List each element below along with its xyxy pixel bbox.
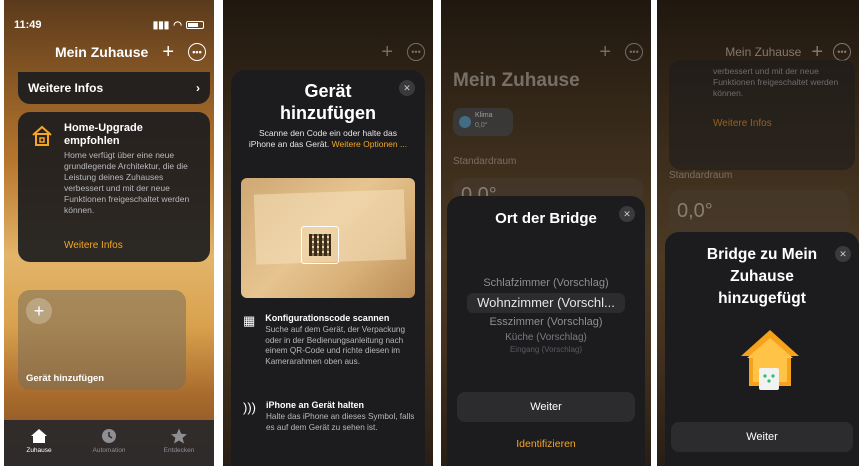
add-device-label: Gerät hinzufügen: [26, 373, 105, 384]
plus-icon: +: [381, 41, 393, 63]
sheet-title-line2: hinzufügen: [280, 103, 376, 123]
sheet-title: Bridge zu Mein Zuhause hinzugefügt: [706, 246, 818, 307]
star-icon: [171, 428, 187, 444]
sheet-subtitle: Scanne den Code ein oder halte das iPhon…: [245, 128, 411, 150]
scan-code-title: Konfigurationscode scannen: [265, 313, 390, 323]
tab-bar: Zuhause Automation Entdecken: [4, 420, 214, 466]
home-bridge-icon: [741, 330, 799, 390]
sheet-title-line1: Gerät: [304, 81, 352, 101]
status-icons: ▮▮▮ ◠: [153, 20, 204, 31]
sheet-title: Gerät hinzufügen: [231, 80, 425, 124]
room-picker[interactable]: Schlafzimmer (Vorschlag) Wohnzimmer (Vor…: [447, 276, 645, 355]
background-upgrade-card: verbessert und mit der neue Funktionen f…: [669, 60, 855, 170]
sheet-title: Ort der Bridge: [495, 210, 597, 227]
ellipsis-circle-icon: •••: [625, 43, 643, 61]
hold-iphone-text: Halte das iPhone an dieses Symbol, falls…: [266, 412, 415, 432]
add-device-tile[interactable]: + Gerät hinzufügen: [18, 290, 186, 390]
qr-code-icon: ▦: [243, 313, 256, 328]
fan-icon: [459, 116, 471, 128]
weitere-infos-label: Weitere Infos: [28, 81, 104, 95]
scan-frame: [301, 226, 339, 264]
wifi-icon: ◠: [173, 19, 182, 31]
home-icon: [32, 125, 52, 146]
camera-viewfinder: [241, 178, 415, 298]
upgrade-title: Home-Upgrade empfohlen: [64, 122, 143, 147]
picker-option-selected[interactable]: Wohnzimmer (Vorschl...: [467, 293, 625, 313]
home-screen-panel: 11:49 ▮▮▮ ◠ Mein Zuhause + ••• Weitere I…: [4, 0, 214, 466]
battery-icon: [186, 21, 204, 29]
bridge-added-sheet: ✕ Bridge zu Mein Zuhause hinzugefügt Wei…: [665, 232, 859, 466]
tab-zuhause[interactable]: Zuhause: [9, 428, 69, 454]
ellipsis-circle-icon: •••: [833, 43, 851, 61]
nav-bar-dimmed: Mein Zuhause + •••: [725, 42, 851, 62]
plus-icon: +: [811, 41, 823, 63]
nav-title: Mein Zuhause: [725, 45, 802, 59]
ellipsis-circle-icon[interactable]: •••: [188, 43, 206, 61]
tab-label: Automation: [92, 447, 126, 454]
hold-iphone-title: iPhone an Gerät halten: [266, 400, 365, 410]
hold-iphone-row: ))) iPhone an Gerät halten Halte das iPh…: [243, 400, 415, 433]
klima-value: 0,0°: [475, 122, 488, 129]
room-section-title: Standardraum: [669, 170, 733, 181]
tab-entdecken[interactable]: Entdecken: [149, 428, 209, 454]
plus-icon: +: [26, 298, 52, 324]
house-icon: [31, 429, 47, 443]
upgrade-link[interactable]: Weitere Infos: [64, 240, 123, 251]
status-time: 11:49: [14, 19, 42, 31]
tab-label: Zuhause: [26, 447, 52, 454]
temperature-value: 0,0°: [677, 200, 713, 222]
ellipsis-circle-icon: •••: [407, 43, 425, 61]
chevron-right-icon: ›: [196, 81, 200, 95]
nfc-icon: ))): [243, 400, 256, 415]
more-options-link[interactable]: Weitere Optionen ...: [332, 139, 407, 149]
klima-name: Klima: [475, 112, 493, 119]
upgrade-body: Home verfügt über eine neue grundlegende…: [64, 150, 190, 215]
scan-code-text: Suche auf dem Gerät, der Verpackung oder…: [265, 325, 406, 366]
room-section-title: Standardraum: [453, 156, 517, 167]
picker-option[interactable]: Eingang (Vorschlag): [447, 345, 645, 355]
klima-tile: Klima 0,0°: [453, 108, 513, 136]
background-card-link: Weitere Infos: [713, 118, 772, 129]
background-title: Mein Zuhause: [453, 70, 580, 91]
plus-icon[interactable]: +: [162, 42, 174, 62]
tab-label: Entdecken: [163, 447, 195, 454]
scan-code-row: ▦ Konfigurationscode scannen Suche auf d…: [243, 313, 415, 367]
picker-option[interactable]: Küche (Vorschlag): [447, 330, 645, 345]
nav-bar: Mein Zuhause + •••: [55, 42, 206, 62]
plus-icon: +: [599, 41, 611, 63]
nav-bar-dimmed: + •••: [381, 42, 425, 62]
tab-automation[interactable]: Automation: [79, 428, 139, 454]
weiter-button[interactable]: Weiter: [671, 422, 853, 452]
weiter-button[interactable]: Weiter: [457, 392, 635, 422]
add-device-sheet: ✕ Gerät hinzufügen Scanne den Code ein o…: [231, 70, 425, 466]
identifizieren-button[interactable]: Identifizieren: [447, 438, 645, 450]
bridge-location-panel: + ••• Mein Zuhause Klima 0,0° Standardra…: [441, 0, 651, 466]
clock-icon: [102, 429, 116, 443]
picker-option[interactable]: Schlafzimmer (Vorschlag): [447, 276, 645, 291]
nav-bar-dimmed: + •••: [599, 42, 643, 62]
status-bar: 11:49 ▮▮▮ ◠: [14, 18, 204, 32]
add-device-panel: + ••• ✕ Gerät hinzufügen Scanne den Code…: [223, 0, 433, 466]
nav-title[interactable]: Mein Zuhause: [55, 44, 148, 60]
bridge-location-sheet: ✕ Ort der Bridge Schlafzimmer (Vorschlag…: [447, 196, 645, 466]
weitere-infos-row[interactable]: Weitere Infos ›: [18, 72, 210, 104]
background-card-text: verbessert und mit der neue Funktionen f…: [713, 66, 839, 98]
screenshot-strip: 11:49 ▮▮▮ ◠ Mein Zuhause + ••• Weitere I…: [0, 0, 859, 466]
bridge-added-panel: Mein Zuhause + ••• verbessert und mit de…: [657, 0, 859, 466]
home-upgrade-card: Home-Upgrade empfohlen Home verfügt über…: [18, 112, 210, 262]
picker-option[interactable]: Esszimmer (Vorschlag): [447, 315, 645, 330]
cellular-icon: ▮▮▮: [152, 19, 170, 31]
